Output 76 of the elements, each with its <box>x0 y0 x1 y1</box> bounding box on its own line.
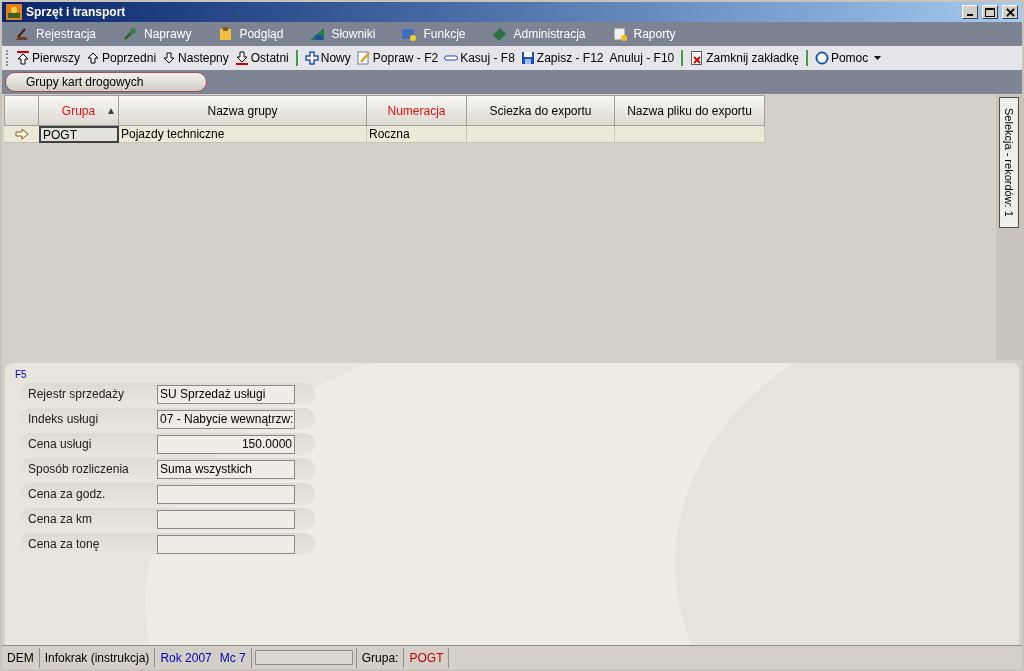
minimize-icon <box>967 14 973 16</box>
toolbar-button[interactable]: Zapisz - F12 <box>517 48 607 68</box>
shortcut-label: F5 <box>15 369 28 381</box>
toolbar-button[interactable]: Nastepny <box>159 48 232 68</box>
column-header[interactable]: Nazwa pliku do exportu <box>615 95 765 126</box>
field-label: Cena usługi <box>27 436 93 453</box>
status-text: Mc 7 <box>219 649 246 667</box>
menu-item[interactable]: Podgląd <box>217 25 284 43</box>
toolbar-button[interactable]: Kasuj - F8 <box>441 48 518 68</box>
plus-icon <box>304 51 319 65</box>
help-icon <box>814 51 829 65</box>
menu-icon <box>611 26 628 42</box>
field-label: Cena za km <box>27 511 94 528</box>
input-field[interactable] <box>157 484 295 504</box>
status-text: POGT <box>409 649 444 667</box>
arrow-up-icon <box>86 51 100 65</box>
field-label: Cena za tonę <box>27 536 101 553</box>
status-text: DEM <box>7 649 34 667</box>
toolbar-button[interactable]: Popraw - F2 <box>353 48 442 68</box>
toolbar-grip <box>6 50 9 66</box>
close-icon <box>1005 7 1015 17</box>
input-field[interactable] <box>157 534 295 554</box>
input-field[interactable]: 07 - Nabycie wewnątrzw: <box>157 409 295 429</box>
toolbar-button[interactable]: Nowy <box>301 48 354 68</box>
app-icon <box>6 4 22 20</box>
table-cell: Pojazdy techniczne <box>119 126 367 143</box>
input-field[interactable]: Suma wszystkich <box>157 459 295 479</box>
header-corner <box>4 95 39 126</box>
menu-icon <box>14 26 30 42</box>
menu-item[interactable]: Raporty <box>611 25 676 43</box>
arrow-down-icon <box>162 51 177 65</box>
column-header[interactable]: Grupa <box>39 95 119 126</box>
table-cell: Roczna <box>367 126 467 143</box>
input-field[interactable]: 150.0000 <box>157 434 295 454</box>
menu-icon <box>309 26 326 42</box>
arrow-up-bar-icon <box>16 51 30 65</box>
menu-item[interactable]: Naprawy <box>122 25 192 43</box>
close-button[interactable] <box>1002 5 1018 19</box>
toolbar-button[interactable]: Pierwszy <box>13 48 83 68</box>
maximize-icon <box>985 7 995 17</box>
document-x-icon <box>690 51 705 65</box>
pencil-icon <box>356 51 371 65</box>
save-icon <box>520 51 535 65</box>
minimize-button[interactable] <box>962 5 978 19</box>
column-header[interactable]: Numeracja <box>367 95 467 126</box>
toolbar-button[interactable]: Zamknij zakładkę <box>687 48 802 68</box>
menu-icon <box>122 26 139 42</box>
menu-item[interactable]: Rejestracja <box>14 25 97 43</box>
input-field[interactable] <box>157 509 295 529</box>
menu-icon <box>491 26 508 42</box>
status-text: Rok 2007 <box>160 649 212 667</box>
maximize-button[interactable] <box>982 5 998 19</box>
toolbar-button[interactable]: Ostatni <box>231 48 292 68</box>
sort-icon <box>108 108 114 114</box>
menu-item[interactable]: Słowniki <box>309 25 376 43</box>
window-title: Sprzęt i transport <box>26 4 127 21</box>
input-field[interactable]: SU Sprzedaż usługi <box>157 384 295 404</box>
menu-item[interactable]: Funkcje <box>401 25 466 43</box>
arrow-down-bar-icon <box>234 51 249 65</box>
toolbar-button[interactable]: Pomoc <box>811 48 885 68</box>
toolbar-button[interactable]: Anuluj - F10 <box>606 48 678 68</box>
toolbar-button[interactable]: Poprzedni <box>83 48 160 68</box>
field-label: Indeks usługi <box>27 411 100 428</box>
field-label: Cena za godz. <box>27 486 107 503</box>
column-header[interactable]: Nazwa grupy <box>119 95 367 126</box>
side-tab[interactable]: Selekcja - rekordów: 1 <box>999 97 1019 228</box>
table-cell: POGT <box>39 126 119 143</box>
status-text: Infokrak (instrukcja) <box>44 649 150 667</box>
tab[interactable]: Grupy kart drogowych <box>5 72 207 92</box>
field-label: Rejestr sprzedaży <box>27 386 126 403</box>
status-text: Grupa: <box>361 649 399 667</box>
menu-icon <box>401 26 418 42</box>
field-label: Sposób rozliczenia <box>27 461 130 478</box>
column-header[interactable]: Sciezka do exportu <box>467 95 615 126</box>
menu-item[interactable]: Administracja <box>491 25 586 43</box>
menu-icon <box>217 26 234 42</box>
